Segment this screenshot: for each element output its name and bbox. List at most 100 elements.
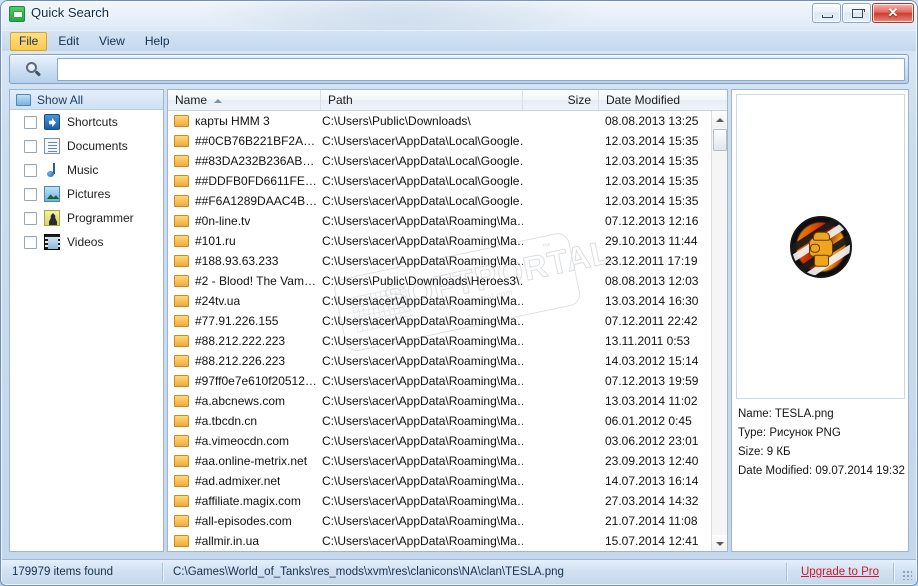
scroll-up-button[interactable]: [712, 111, 727, 128]
cell-name: #77.91.226.155: [168, 314, 321, 328]
scrollbar-thumb[interactable]: [713, 129, 727, 151]
cell-date-modified: 08.08.2013 13:25: [605, 114, 699, 128]
table-row[interactable]: #101.ru C:\Users\acer\AppData\Roaming\Ma……: [168, 231, 712, 251]
checkbox-documents[interactable]: [24, 139, 37, 153]
checkbox-music[interactable]: [24, 163, 37, 177]
cell-path: C:\Users\acer\AppData\Roaming\Ma…: [322, 294, 523, 308]
preview-pane: Name: TESLA.png Type: Рисунок PNG Size: …: [731, 89, 909, 552]
close-button[interactable]: ✕: [872, 3, 914, 23]
table-row[interactable]: #a.tbcdn.cn C:\Users\acer\AppData\Roaming…: [168, 411, 712, 431]
cell-path: C:\Users\acer\AppData\Local\Google…: [322, 154, 523, 168]
folder-open-icon: [16, 93, 31, 106]
cell-name: #101.ru: [168, 234, 321, 248]
table-row[interactable]: #77.91.226.155 C:\Users\acer\AppData\Roam…: [168, 311, 712, 331]
sidebar-item-music[interactable]: Music: [10, 158, 163, 182]
cell-date-modified: 12.03.2014 15:35: [605, 194, 699, 208]
column-header-path[interactable]: Path: [321, 90, 523, 110]
upgrade-to-pro-link[interactable]: Upgrade to Pro: [787, 560, 893, 584]
cell-date-modified: 23.09.2013 12:40: [605, 454, 699, 468]
folder-icon: [174, 515, 189, 527]
cell-date-modified: 03.06.2012 23:01: [605, 434, 699, 448]
menu-item-file[interactable]: File: [10, 31, 48, 51]
folder-icon: [174, 315, 189, 327]
table-row[interactable]: #allmir.in.ua C:\Users\acer\AppData\Roami…: [168, 531, 712, 551]
shortcut-icon: [44, 114, 60, 130]
cell-name: ##DDFB0FD6611FE750: [168, 174, 321, 188]
cell-path: C:\Users\acer\AppData\Roaming\Ma…: [322, 314, 523, 328]
scroll-down-button[interactable]: [712, 535, 727, 551]
minimize-icon: [822, 15, 833, 18]
resize-grip-icon[interactable]: [894, 560, 916, 584]
cell-date-modified: 21.07.2014 11:08: [605, 514, 698, 528]
file-name-label: #97ff0e7e610f20512…: [195, 374, 317, 388]
table-row[interactable]: #affiliate.magix.com C:\Users\acer\AppDat…: [168, 491, 712, 511]
table-row[interactable]: #2 - Blood! The Vampi… C:\Users\Public\Do…: [168, 271, 712, 291]
cell-path: C:\Users\acer\AppData\Roaming\Ma…: [322, 334, 523, 348]
sidebar-item-documents[interactable]: Documents: [10, 134, 163, 158]
cell-date-modified: 23.12.2011 17:19: [605, 254, 698, 268]
table-row[interactable]: #97ff0e7e610f20512… C:\Users\acer\AppData…: [168, 371, 712, 391]
preview-image-area: [736, 94, 905, 399]
table-row[interactable]: #0n-line.tv C:\Users\acer\AppData\Roaming…: [168, 211, 712, 231]
folder-icon: [174, 415, 189, 427]
file-list-scrollbar[interactable]: [711, 111, 727, 551]
table-row[interactable]: #188.93.63.233 C:\Users\acer\AppData\Roam…: [168, 251, 712, 271]
cell-name: #a.tbcdn.cn: [168, 414, 321, 428]
sidebar: Show All Shortcuts Documents Music Pictu…: [9, 89, 164, 552]
table-row[interactable]: карты HMM 3 C:\Users\Public\Downloads\ 08.…: [168, 111, 712, 131]
cell-path: C:\Users\acer\AppData\Roaming\Ma…: [322, 214, 523, 228]
window-title: Quick Search: [31, 5, 110, 20]
cell-name: #88.212.226.223: [168, 354, 321, 368]
cell-path: C:\Users\acer\AppData\Roaming\Ma…: [322, 254, 523, 268]
cell-name: #a.abcnews.com: [168, 394, 321, 408]
table-row[interactable]: ##0CB76B221BF2A189 C:\Users\acer\AppData\…: [168, 131, 712, 151]
table-row[interactable]: #88.212.226.223 C:\Users\acer\AppData\Roa…: [168, 351, 712, 371]
table-row[interactable]: #aa.online-metrix.net C:\Users\acer\AppDa…: [168, 451, 712, 471]
checkbox-shortcuts[interactable]: [24, 115, 37, 129]
search-button[interactable]: [13, 57, 53, 81]
table-row[interactable]: #a.abcnews.com C:\Users\acer\AppData\Roam…: [168, 391, 712, 411]
raised-fist-icon: [808, 228, 833, 267]
sidebar-item-label: Music: [67, 163, 99, 177]
cell-name: #all-episodes.com: [168, 514, 321, 528]
film-icon: [44, 234, 60, 250]
table-row[interactable]: #all-episodes.com C:\Users\acer\AppData\R…: [168, 511, 712, 531]
table-row[interactable]: #a.vimeocdn.com C:\Users\acer\AppData\Roa…: [168, 431, 712, 451]
checkbox-videos[interactable]: [24, 235, 37, 249]
cell-date-modified: 06.01.2012 0:45: [605, 414, 692, 428]
sidebar-item-programmer[interactable]: Programmer: [10, 206, 163, 230]
minimize-button[interactable]: [812, 3, 841, 23]
sidebar-item-pictures[interactable]: Pictures: [10, 182, 163, 206]
search-input[interactable]: [57, 58, 905, 81]
table-row[interactable]: #ad.admixer.net C:\Users\acer\AppData\Roa…: [168, 471, 712, 491]
menu-item-view[interactable]: View: [90, 32, 134, 51]
cell-date-modified: 12.03.2014 15:35: [605, 134, 699, 148]
main-content: Show All Shortcuts Documents Music Pictu…: [9, 89, 909, 552]
cell-date-modified: 13.11.2011 0:53: [605, 334, 690, 348]
sidebar-item-show-all[interactable]: Show All: [10, 90, 163, 110]
cell-path: C:\Users\acer\AppData\Roaming\Ma…: [322, 494, 523, 508]
cell-date-modified: 14.03.2012 15:14: [605, 354, 699, 368]
cell-name: #affiliate.magix.com: [168, 494, 321, 508]
folder-icon: [174, 475, 189, 487]
checkbox-pictures[interactable]: [24, 187, 37, 201]
sidebar-item-label: Shortcuts: [67, 115, 118, 129]
table-row[interactable]: #88.212.222.223 C:\Users\acer\AppData\Roa…: [168, 331, 712, 351]
column-header-size[interactable]: Size: [523, 90, 599, 110]
table-row[interactable]: #24tv.ua C:\Users\acer\AppData\Roaming\Ma…: [168, 291, 712, 311]
sidebar-item-label: Pictures: [67, 187, 111, 201]
file-name-label: #a.vimeocdn.com: [195, 434, 290, 448]
sidebar-item-videos[interactable]: Videos: [10, 230, 163, 254]
table-row[interactable]: ##83DA232B236AB5A4 C:\Users\acer\AppData\…: [168, 151, 712, 171]
folder-icon: [174, 355, 189, 367]
column-header-date[interactable]: Date Modified: [599, 90, 712, 110]
cell-date-modified: 08.08.2013 12:03: [605, 274, 699, 288]
menu-item-help[interactable]: Help: [136, 32, 179, 51]
menu-item-edit[interactable]: Edit: [49, 32, 88, 51]
checkbox-programmer[interactable]: [24, 211, 37, 225]
sidebar-item-shortcuts[interactable]: Shortcuts: [10, 110, 163, 134]
table-row[interactable]: ##F6A1289DAAC4B6D1 C:\Users\acer\AppData\…: [168, 191, 712, 211]
table-row[interactable]: ##DDFB0FD6611FE750 C:\Users\acer\AppData\…: [168, 171, 712, 191]
maximize-button[interactable]: [842, 3, 871, 23]
column-header-name[interactable]: Name: [168, 90, 321, 110]
